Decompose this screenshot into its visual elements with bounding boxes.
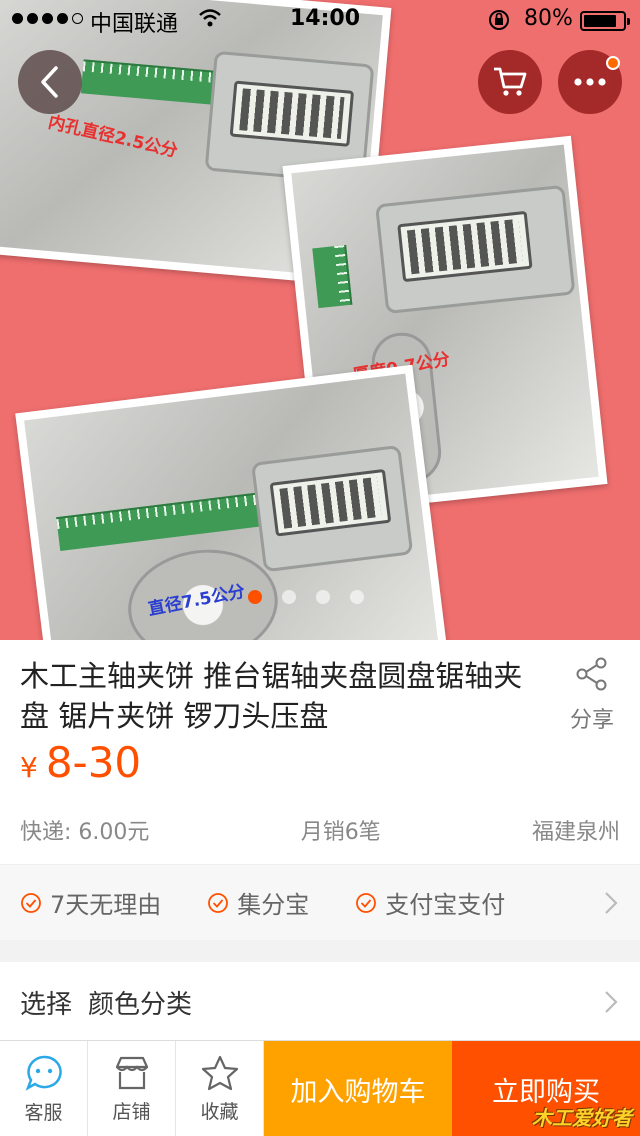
product-photo-diameter: 直径7.5公分 <box>15 364 449 640</box>
customer-service-button[interactable]: 客服 <box>0 1041 88 1136</box>
currency-symbol: ¥ <box>20 751 38 784</box>
share-button[interactable]: 分享 <box>560 656 624 734</box>
product-image-gallery[interactable]: 内孔直径2.5公分 厚度0.7公分 直径7.5公分 <box>0 0 640 640</box>
check-circle-icon <box>356 892 377 913</box>
service-item: 7天无理由 <box>20 885 161 920</box>
store-label: 店铺 <box>112 1100 151 1123</box>
signal-strength-icon <box>12 13 83 24</box>
battery-icon <box>580 11 630 31</box>
ellipsis-icon <box>574 78 606 86</box>
gallery-pagination <box>248 590 364 604</box>
product-title: 木工主轴夹饼 推台锯轴夹盘圆盘锯轴夹盘 锯片夹饼 锣刀头压盘 <box>20 659 523 733</box>
chevron-right-icon <box>605 891 618 914</box>
service-label: 集分宝 <box>237 891 310 919</box>
product-meta: 快递: 6.00元 月销6笔 福建泉州 <box>20 814 620 846</box>
favorite-label: 收藏 <box>200 1100 239 1123</box>
store-icon <box>115 1056 148 1089</box>
star-icon <box>201 1055 238 1090</box>
service-item: 集分宝 <box>207 885 309 920</box>
sku-selector[interactable]: 选择 颜色分类 <box>0 962 640 1042</box>
monthly-sales: 月销6笔 <box>300 820 381 845</box>
share-label: 分享 <box>569 708 614 733</box>
back-button[interactable] <box>18 50 82 114</box>
store-button[interactable]: 店铺 <box>88 1041 176 1136</box>
check-circle-icon <box>208 892 229 913</box>
service-item: 支付宝支付 <box>355 885 505 920</box>
chevron-right-icon <box>605 991 618 1013</box>
cart-icon <box>494 67 527 96</box>
price-range: 8-30 <box>45 738 142 787</box>
select-value: 颜色分类 <box>88 989 193 1020</box>
chevron-left-icon <box>41 66 58 98</box>
favorite-button[interactable]: 收藏 <box>176 1041 264 1136</box>
ship-from-location: 福建泉州 <box>531 820 620 845</box>
clock: 14:00 <box>290 6 361 31</box>
bottom-action-bar: 客服 店铺 收藏 加入购物车 立即购买 木工爱好者 <box>0 1040 640 1136</box>
notification-dot <box>606 56 620 70</box>
service-label: 7天无理由 <box>50 891 162 919</box>
carrier-name: 中国联通 <box>90 12 179 37</box>
select-label: 选择 <box>20 989 73 1020</box>
service-guarantees[interactable]: 7天无理由 集分宝 支付宝支付 <box>0 864 640 940</box>
service-label: 支付宝支付 <box>385 891 506 919</box>
more-button[interactable] <box>558 50 622 114</box>
gallery-dot <box>316 590 330 604</box>
product-page: 内孔直径2.5公分 厚度0.7公分 直径7.5公分 <box>0 0 640 1136</box>
chat-bubble-icon <box>25 1055 62 1091</box>
watermark-logo: 木工爱好者 <box>532 1106 632 1130</box>
gallery-dot <box>282 590 296 604</box>
price: ¥8-30 <box>20 738 141 787</box>
product-info: 木工主轴夹饼 推台锯轴夹盘圆盘锯轴夹盘 锯片夹饼 锣刀头压盘 分享 ¥8-30 … <box>0 640 640 864</box>
check-circle-icon <box>21 892 41 913</box>
gallery-dot <box>350 590 364 604</box>
status-bar: 中国联通 14:00 80% <box>0 0 640 40</box>
customer-service-label: 客服 <box>24 1101 63 1124</box>
add-to-cart-button[interactable]: 加入购物车 <box>264 1041 452 1136</box>
photo-caption: 内孔直径2.5公分 <box>46 112 180 162</box>
share-icon <box>576 657 607 691</box>
sku-selector-text: 选择 颜色分类 <box>20 984 192 1021</box>
shipping-fee: 快递: 6.00元 <box>20 820 150 845</box>
wifi-icon <box>198 8 222 34</box>
cart-button[interactable] <box>478 50 542 114</box>
buy-now-button[interactable]: 立即购买 木工爱好者 <box>452 1041 640 1136</box>
battery-percentage: 80% <box>524 6 573 31</box>
orientation-lock-icon <box>487 8 511 38</box>
gallery-dot-active <box>248 590 262 604</box>
